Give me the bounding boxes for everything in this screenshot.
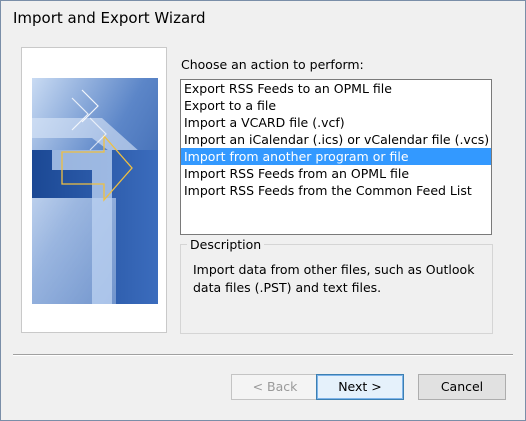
- action-import-rss-opml[interactable]: Import RSS Feeds from an OPML file: [181, 165, 491, 182]
- action-listbox[interactable]: Export RSS Feeds to an OPML file Export …: [180, 79, 492, 235]
- action-import-vcard[interactable]: Import a VCARD file (.vcf): [181, 114, 491, 131]
- wizard-graphic: [32, 78, 158, 304]
- wizard-art-panel: [21, 47, 167, 333]
- wizard-graphic-svg: [32, 78, 158, 304]
- action-import-icalendar[interactable]: Import an iCalendar (.ics) or vCalendar …: [181, 131, 491, 148]
- choose-action-label: Choose an action to perform:: [181, 57, 364, 72]
- description-text: Import data from other files, such as Ou…: [193, 262, 475, 295]
- description-group: Description Import data from other files…: [180, 237, 493, 334]
- window-title: Import and Export Wizard: [13, 9, 206, 27]
- back-button[interactable]: < Back: [231, 374, 319, 400]
- description-label: Description: [187, 237, 265, 252]
- wizard-window: Import and Export Wizard Choose an actio…: [0, 0, 526, 421]
- action-export-rss-opml[interactable]: Export RSS Feeds to an OPML file: [181, 80, 491, 97]
- action-export-to-file[interactable]: Export to a file: [181, 97, 491, 114]
- action-import-from-program[interactable]: Import from another program or file: [181, 148, 491, 165]
- action-import-rss-common-feed[interactable]: Import RSS Feeds from the Common Feed Li…: [181, 182, 491, 199]
- button-separator: [13, 354, 513, 356]
- wizard-body: Choose an action to perform: Export RSS …: [9, 33, 517, 414]
- title-bar: Import and Export Wizard: [1, 1, 525, 33]
- cancel-button[interactable]: Cancel: [418, 374, 506, 400]
- next-button[interactable]: Next >: [316, 374, 404, 400]
